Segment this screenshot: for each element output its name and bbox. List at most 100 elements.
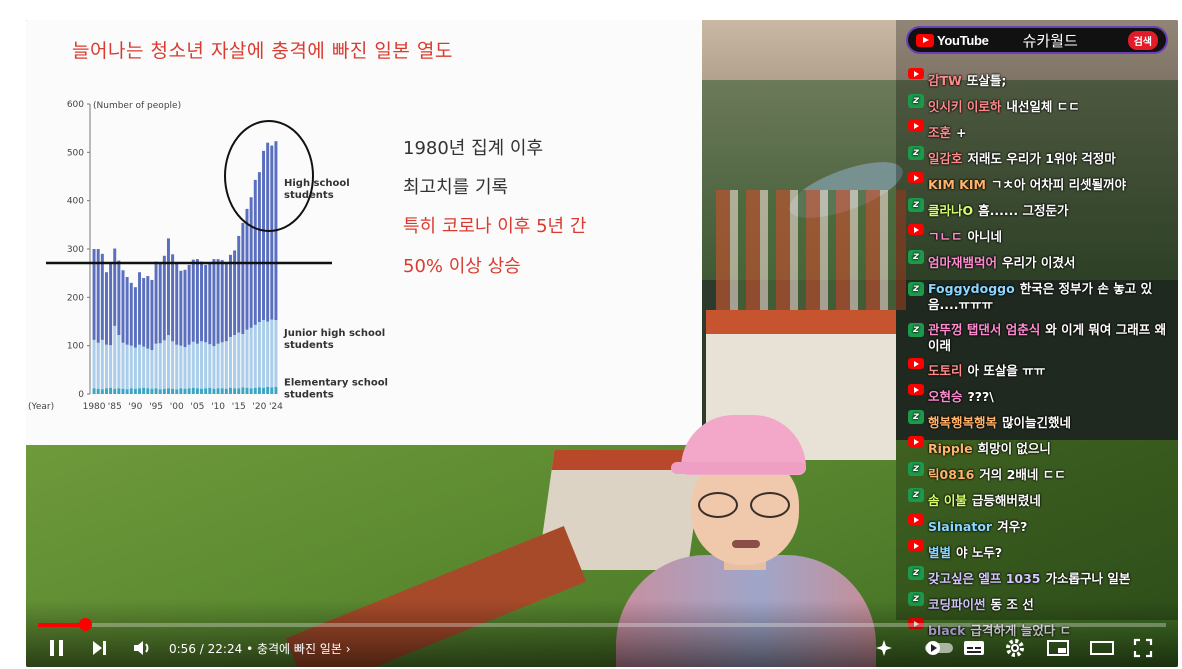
bar-segment (125, 344, 129, 390)
youtube-platform-icon (908, 68, 924, 79)
pause-button[interactable] (48, 638, 66, 658)
youtube-platform-icon (908, 384, 924, 395)
chat-overlay: YouTube 슈카월드 검색 감TW 또살틀; z 잇시키 이로하 내선일체 ㄷㄷ 조훈… (896, 20, 1178, 638)
chat-text: 저래도 우리가 1위야 걱정마 (967, 151, 1116, 166)
chat-username[interactable]: 갖고싶은 엘프 1035 (928, 571, 1041, 586)
chat-username[interactable]: Foggydoggo (928, 281, 1015, 296)
chat-text: 우리가 이겼서 (1002, 255, 1076, 270)
chat-text: + (956, 125, 967, 140)
slide-bullet-4: 50% 이상 상승 (403, 256, 521, 277)
chat-username[interactable]: 클라나O (928, 203, 973, 218)
bar-segment (228, 336, 232, 388)
chat-username[interactable]: 감TW (928, 73, 962, 88)
bar-segment (237, 235, 241, 333)
chat-username[interactable]: 오현승 (928, 389, 963, 404)
chat-username[interactable]: ㄱㄴㄷ (928, 229, 963, 244)
bar-segment (241, 334, 245, 388)
chat-text: ???\ (967, 389, 994, 404)
skip-next-icon (93, 641, 106, 655)
y-tick-label: 500 (67, 148, 84, 158)
bar-segment (187, 264, 191, 345)
x-tick-label: '85 (108, 402, 122, 410)
chat-username[interactable]: Slainator (928, 519, 992, 534)
chat-message: z Foggydoggo 한국은 정부가 손 놓고 있음....ㅠㅠㅠ (908, 276, 1172, 317)
chat-message: z 관뚜껑 탭댄서 엄춘식 와 이게 뭐여 그래프 왜이래 (908, 317, 1172, 358)
chat-username[interactable]: 엄마재뱀먹어 (928, 255, 997, 270)
chat-username[interactable]: 행복행복행복 (928, 415, 997, 430)
chat-username[interactable]: 일감호 (928, 151, 963, 166)
chat-username[interactable]: 릭0816 (928, 467, 974, 482)
autoplay-sparkle-button[interactable] (875, 638, 895, 658)
bar-segment (125, 389, 129, 394)
bar-segment (146, 388, 150, 394)
chat-username[interactable]: 조훈 (928, 125, 951, 140)
theater-mode-button[interactable] (1090, 638, 1114, 658)
autoplay-toggle[interactable] (924, 638, 954, 658)
bar-segment (158, 263, 162, 344)
chat-message: Ripple 희망이 없으니 (908, 436, 1172, 462)
fullscreen-button[interactable] (1133, 638, 1153, 658)
miniplayer-icon (1047, 640, 1069, 656)
bar-segment (133, 287, 137, 348)
bar-segment (274, 320, 278, 387)
bar-segment (138, 388, 142, 394)
bar-segment (191, 341, 195, 388)
bar-segment (142, 278, 146, 347)
total-time: 22:24 (207, 642, 243, 656)
bar-segment (100, 253, 104, 340)
next-button[interactable] (90, 638, 108, 658)
progress-bar[interactable] (38, 618, 1166, 631)
chat-message: z 일감호 저래도 우리가 1위야 걱정마 (908, 146, 1172, 172)
subtitles-button[interactable] (963, 638, 985, 658)
chat-username[interactable]: 솜 이불 (928, 493, 967, 508)
chat-username[interactable]: 잇시키 이로하 (928, 99, 1001, 114)
chat-username[interactable]: 도토리 (928, 363, 963, 378)
chat-username[interactable]: 관뚜껑 탭댄서 엄춘식 (928, 322, 1040, 337)
volume-icon (134, 641, 149, 655)
chat-message: KIM KIM ㄱㅊ아 어차피 리셋될꺼야 (908, 172, 1172, 198)
autoplay-toggle-icon (925, 641, 953, 655)
bar-segment (183, 388, 187, 394)
slide-bullet-2: 최고치를 기록 (403, 177, 509, 198)
chat-username[interactable]: KIM KIM (928, 177, 986, 192)
progress-fill (38, 623, 86, 627)
chat-text: 야 노두? (956, 545, 1003, 560)
bar-segment (109, 263, 113, 346)
chat-username[interactable]: Ripple (928, 441, 973, 456)
bar-segment (175, 344, 179, 390)
youtube-platform-icon (908, 224, 924, 235)
bar-segment (121, 270, 125, 343)
miniplayer-button[interactable] (1047, 638, 1069, 658)
volume-button[interactable] (132, 638, 152, 658)
chat-message: z 잇시키 이로하 내선일체 ㄷㄷ (908, 94, 1172, 120)
bar-segment (146, 276, 150, 349)
bar-segment (262, 387, 266, 394)
bar-segment (233, 388, 237, 394)
chat-text: 겨우? (997, 519, 1028, 534)
gear-icon (1006, 639, 1024, 657)
bar-segment (92, 339, 96, 389)
bar-segment (175, 262, 179, 345)
bar-segment (162, 340, 166, 389)
bar-segment (216, 388, 220, 394)
bar-segment (237, 332, 241, 389)
search-badge: 검색 (1127, 30, 1158, 50)
bar-segment (109, 345, 113, 388)
chat-username[interactable]: 별별 (928, 545, 951, 560)
settings-button[interactable] (1005, 638, 1025, 658)
progress-scrubber[interactable] (79, 618, 93, 631)
bar-segment (220, 388, 224, 394)
bar-segment (113, 325, 117, 389)
video-player[interactable]: 늘어나는 청소년 자살에 충격에 빠진 일본 열도 0 100 200 300 400 5… (26, 20, 1178, 667)
chapter-title[interactable]: 충격에 빠진 일본 (257, 642, 342, 656)
chat-message-list: 감TW 또살틀; z 잇시키 이로하 내선일체 ㄷㄷ 조훈 + z 일감호 저래도 우리가 1위야… (908, 68, 1172, 644)
bar-segment (253, 179, 257, 325)
bar-segment (208, 262, 212, 345)
chat-message: 별별 야 노두? (908, 540, 1172, 566)
chat-message: 감TW 또살틀; (908, 68, 1172, 94)
bar-segment (266, 142, 270, 322)
bar-segment (212, 388, 216, 394)
bar-segment (158, 389, 162, 394)
chat-text: 희망이 없으니 (977, 441, 1051, 456)
x-tick-label: 1980 (83, 402, 106, 410)
